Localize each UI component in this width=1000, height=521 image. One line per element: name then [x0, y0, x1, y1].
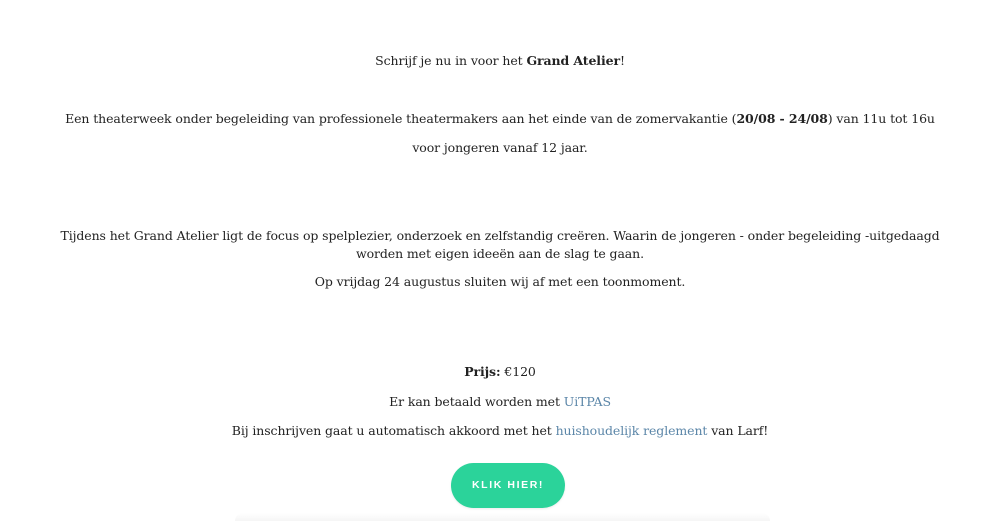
price-value: €120	[500, 364, 536, 379]
signup-button[interactable]: KLIK HIER!	[451, 463, 565, 508]
intro-prefix: Schrijf je nu in voor het	[375, 53, 527, 68]
payment-line: Er kan betaald worden met UiTPAS	[0, 393, 1000, 411]
price-line: Prijs: €120	[0, 363, 1000, 381]
payment-prefix: Er kan betaald worden met	[389, 394, 564, 409]
rules-prefix: Bij inschrijven gaat u automatisch akkoo…	[231, 423, 556, 438]
rules-suffix: van Larf!	[707, 423, 769, 438]
content-shadow	[235, 513, 770, 521]
description-line-2: voor jongeren vanaf 12 jaar.	[412, 140, 588, 155]
description-suffix: ) van 11u tot 16u	[827, 111, 935, 126]
description-dates: 20/08 - 24/08	[736, 111, 828, 126]
price-label: Prijs	[464, 364, 496, 379]
uitpas-link[interactable]: UiTPAS	[564, 394, 611, 409]
focus-line-2: worden met eigen ideeën aan de slag te g…	[356, 246, 644, 261]
focus-line-1: Tijdens het Grand Atelier ligt de focus …	[60, 228, 940, 243]
description-prefix: Een theaterweek onder begeleiding van pr…	[65, 111, 737, 126]
focus-line-3: Op vrijdag 24 augustus sluiten wij af me…	[314, 274, 686, 289]
intro-text: Schrijf je nu in voor het Grand Atelier!	[0, 52, 1000, 70]
rules-line: Bij inschrijven gaat u automatisch akkoo…	[0, 422, 1000, 440]
intro-suffix: !	[619, 53, 625, 68]
house-rules-link[interactable]: huishoudelijk reglement	[556, 423, 708, 438]
description-line-1: Een theaterweek onder begeleiding van pr…	[0, 110, 1000, 128]
intro-title: Grand Atelier	[526, 53, 620, 68]
